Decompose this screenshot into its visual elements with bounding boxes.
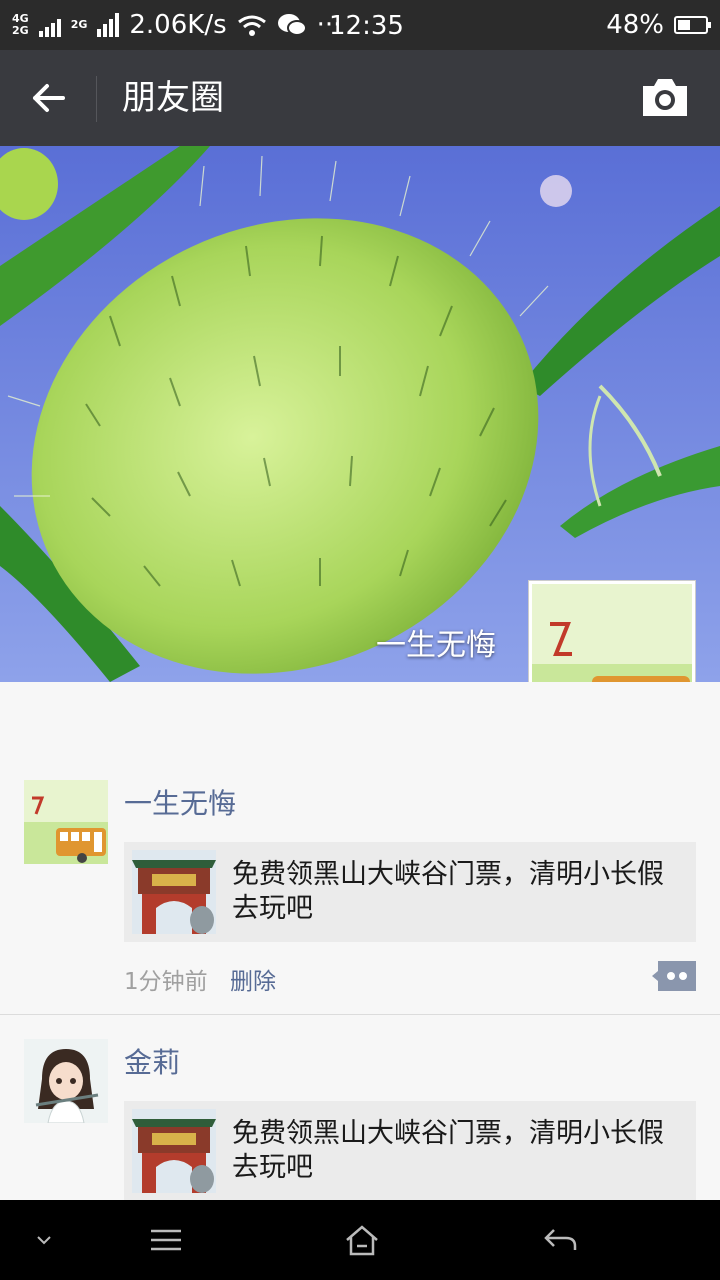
delete-button[interactable]: 删除 bbox=[230, 962, 276, 996]
menu-icon bbox=[151, 1229, 181, 1251]
system-nav-bar bbox=[0, 1200, 720, 1280]
gate-thumbnail-image bbox=[132, 1109, 216, 1193]
signal-icon-2 bbox=[97, 13, 120, 37]
share-title: 免费领黑山大峡谷门票，清明小长假去玩吧 bbox=[232, 1118, 664, 1183]
post-avatar[interactable] bbox=[24, 1039, 108, 1123]
network-type-2: 2G bbox=[71, 19, 88, 31]
share-title: 免费领黑山大峡谷门票，清明小长假去玩吧 bbox=[232, 859, 664, 924]
status-bar: 4G 2G 2G 2.06K/s ··· 12:35 48% bbox=[0, 0, 720, 50]
post-item: 金莉 免费领黑山大峡谷门票，清明小长假去玩吧 bbox=[0, 1015, 720, 1205]
post-avatar[interactable] bbox=[24, 780, 108, 864]
post-item: 一生无悔 免费领黑山大峡谷门票，清明小长假去玩吧 1分钟前 删除 bbox=[0, 682, 720, 1015]
back-button[interactable] bbox=[22, 74, 74, 122]
status-right: 48% bbox=[606, 0, 711, 50]
shared-link-card[interactable]: 免费领黑山大峡谷门票，清明小长假去玩吧 bbox=[124, 1101, 696, 1201]
hide-nav-button[interactable] bbox=[24, 1220, 64, 1260]
wifi-icon bbox=[237, 15, 266, 36]
post-author[interactable]: 金莉 bbox=[124, 1041, 180, 1081]
back-nav-button[interactable] bbox=[540, 1220, 580, 1260]
post-time: 1分钟前 bbox=[124, 969, 208, 995]
title-divider bbox=[96, 76, 97, 122]
anime-avatar-image bbox=[24, 1039, 108, 1123]
home-button[interactable] bbox=[342, 1220, 382, 1260]
post-author[interactable]: 一生无悔 bbox=[124, 782, 236, 822]
menu-button[interactable] bbox=[146, 1220, 186, 1260]
network-label-2g: 2G bbox=[12, 24, 29, 37]
clock: 12:35 bbox=[329, 11, 404, 41]
signal-icon bbox=[38, 13, 61, 37]
back-icon bbox=[544, 1229, 577, 1250]
battery-icon bbox=[674, 16, 711, 34]
network-speed: 2.06K/s bbox=[129, 10, 227, 40]
moments-feed: 一生无悔 免费领黑山大峡谷门票，清明小长假去玩吧 1分钟前 删除 金莉 免费领黑… bbox=[0, 682, 720, 1202]
arrow-left-icon bbox=[33, 84, 65, 112]
network-label-2g-second: 2G bbox=[70, 18, 88, 31]
status-left: 4G 2G 2G 2.06K/s ··· bbox=[12, 0, 341, 50]
network-type: 4G 2G bbox=[12, 13, 29, 37]
home-icon bbox=[346, 1225, 378, 1256]
bus-avatar-image bbox=[24, 780, 108, 864]
gate-thumbnail-image bbox=[132, 850, 216, 934]
cover-user-name: 一生无悔 bbox=[376, 628, 496, 663]
wechat-icon bbox=[277, 14, 307, 36]
chevron-down-icon bbox=[37, 1236, 51, 1245]
page-title: 朋友圈 bbox=[122, 78, 224, 118]
share-thumbnail bbox=[132, 1109, 216, 1193]
camera-icon bbox=[643, 79, 687, 116]
battery-percent: 48% bbox=[606, 10, 664, 40]
share-thumbnail bbox=[132, 850, 216, 934]
shared-link-card[interactable]: 免费领黑山大峡谷门票，清明小长假去玩吧 bbox=[124, 842, 696, 942]
title-bar: 朋友圈 bbox=[0, 50, 720, 146]
comment-dots-icon bbox=[652, 961, 696, 991]
camera-button[interactable] bbox=[640, 76, 690, 120]
comment-more-button[interactable] bbox=[652, 961, 696, 991]
